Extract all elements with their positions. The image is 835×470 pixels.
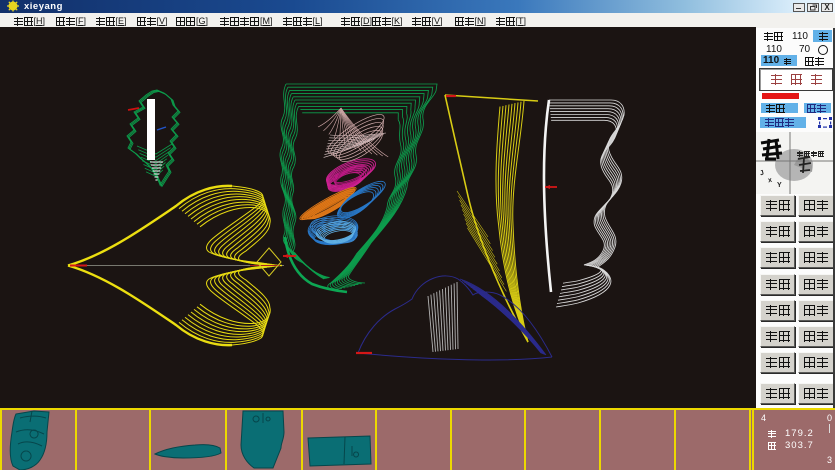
svg-text:x: x (768, 177, 773, 185)
svg-text:Y: Y (777, 182, 782, 189)
svg-text:J: J (759, 170, 765, 178)
